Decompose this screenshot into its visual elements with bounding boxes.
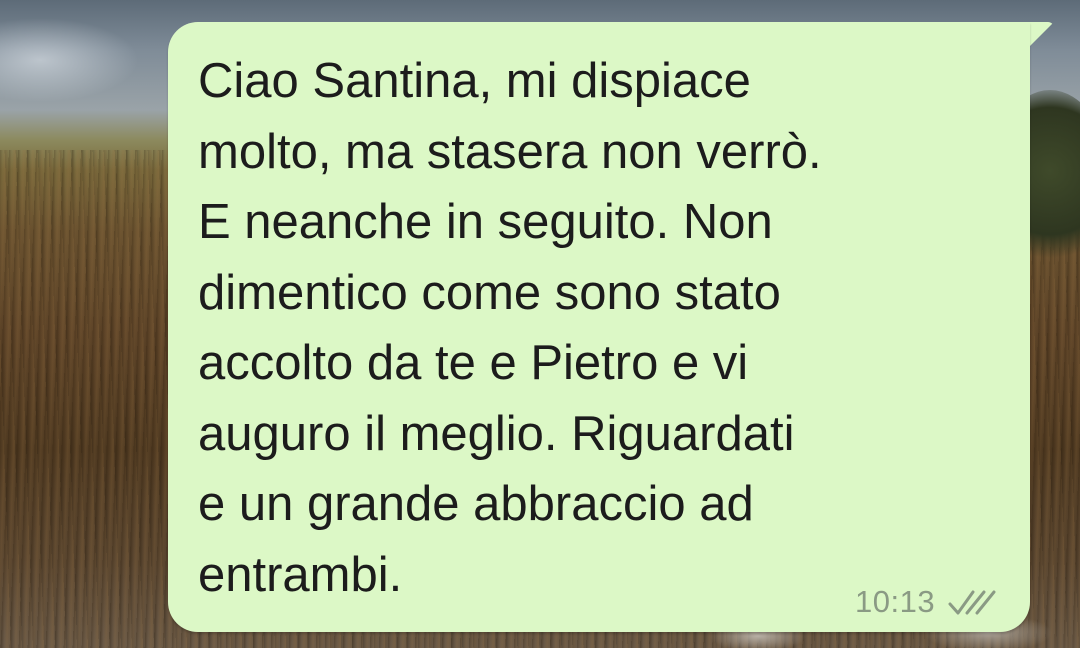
message-timestamp: 10:13 bbox=[855, 584, 936, 619]
message-text: Ciao Santina, mi dispiace molto, ma stas… bbox=[198, 54, 822, 602]
double-check-icon bbox=[948, 590, 996, 615]
message-meta: 10:13 bbox=[855, 582, 997, 622]
